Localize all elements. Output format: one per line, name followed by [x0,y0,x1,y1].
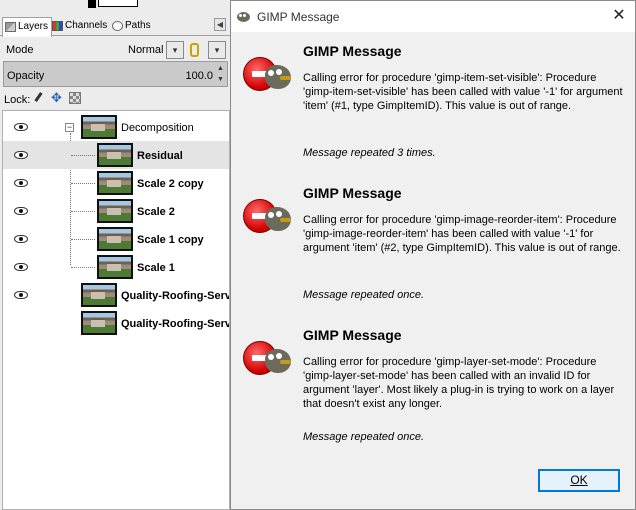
layer-row-quality-roofing[interactable]: Quality-Roofing-Servic [3,281,229,309]
chain-icon [190,43,199,57]
layer-name: Quality-Roofing-Servic [121,290,229,302]
layer-name: Residual [137,150,183,162]
gimp-wilber-icon [265,65,291,89]
layer-thumbnail [81,115,117,139]
lock-row: Lock: ✥ [0,90,232,108]
layer-row-scale-2[interactable]: Scale 2 [3,197,229,225]
dialog-titlebar[interactable]: GIMP Message ✕ [231,1,635,32]
error-icon [243,333,293,377]
layer-name: Quality-Roofing-Servic [121,318,229,330]
chevron-down-icon: ▾ [172,45,178,55]
gimp-wilber-icon [265,207,291,231]
dock-tab-bar: Layers Channels Paths ◀ [0,16,232,37]
message-body: Calling error for procedure 'gimp-item-s… [303,72,623,112]
eye-icon[interactable] [14,291,28,299]
layer-name: Scale 2 copy [137,178,204,190]
layer-name: Scale 2 [137,206,175,218]
tab-layers-label: Layers [18,21,49,32]
layers-panel: Layers Channels Paths ◀ Mode Normal ▾ ▾ … [0,0,232,510]
layer-row-quality-roofing-hidden[interactable]: Quality-Roofing-Servic [3,309,229,337]
layer-thumbnail [97,171,133,195]
layer-row-scale-1[interactable]: Scale 1 [3,253,229,281]
opacity-value[interactable]: 100.0 [185,70,213,82]
opacity-slider[interactable]: Opacity 100.0 ▲ ▼ [3,61,228,87]
layer-thumbnail [97,227,133,251]
mode-dropdown-button[interactable]: ▾ [166,41,184,59]
layer-name: Decomposition [121,122,194,134]
tree-connector [71,211,95,212]
message-body: Calling error for procedure 'gimp-image-… [303,214,621,254]
opacity-spinner[interactable]: ▲ ▼ [215,63,226,85]
gimp-message-dialog: GIMP Message ✕ GIMP Message Calling erro… [230,0,636,510]
layer-thumbnail [81,283,117,307]
tab-paths[interactable]: Paths [110,17,154,36]
opacity-label: Opacity [7,70,45,82]
collapse-icon[interactable]: − [65,123,74,132]
tab-paths-label: Paths [125,20,151,31]
color-swatch[interactable] [88,0,140,8]
layer-row-residual[interactable]: Residual [3,141,229,169]
tab-channels-label: Channels [65,20,108,31]
eye-icon[interactable] [14,235,28,243]
layer-thumbnail [97,255,133,279]
tab-layers[interactable]: Layers [2,17,53,37]
mode-row: Mode Normal ▾ ▾ [0,40,232,60]
chevron-down-icon: ▾ [214,45,220,55]
message-repeat-note: Message repeated once. [303,431,425,443]
error-icon [243,191,293,235]
dialog-title: GIMP Message [257,10,340,24]
tree-connector [71,267,95,268]
layer-thumbnail [81,311,117,335]
mode-reset-button[interactable] [186,41,204,59]
tab-channels[interactable]: Channels [50,17,110,36]
message-block-1: GIMP Message Calling error for procedure… [231,43,635,183]
layer-row-scale-1-copy[interactable]: Scale 1 copy [3,225,229,253]
layer-list: − Decomposition Residual Scale 2 copy Sc… [2,110,230,510]
paths-icon [112,21,123,31]
message-body: Calling error for procedure 'gimp-layer-… [303,356,615,410]
gimp-wilber-icon [235,9,252,23]
lock-label: Lock: [4,94,31,106]
message-repeat-note: Message repeated 3 times. [303,147,436,159]
lock-pixels-icon[interactable] [32,92,44,104]
tree-connector [71,155,95,156]
message-heading: GIMP Message [303,185,402,201]
ok-button[interactable]: OK [538,469,620,492]
eye-icon[interactable] [14,179,28,187]
foreground-color-swatch[interactable] [88,0,96,8]
eye-icon[interactable] [14,207,28,215]
gimp-wilber-icon [265,349,291,373]
close-icon[interactable]: ✕ [607,5,631,29]
mode-value[interactable]: Normal [128,44,163,56]
layer-row-scale-2-copy[interactable]: Scale 2 copy [3,169,229,197]
spin-up-icon[interactable]: ▲ [215,63,226,74]
composite-dropdown-button[interactable]: ▾ [208,41,226,59]
error-icon [243,49,293,93]
spin-down-icon[interactable]: ▼ [215,74,226,85]
layer-thumbnail [97,199,133,223]
eye-icon[interactable] [14,263,28,271]
message-heading: GIMP Message [303,43,402,59]
tree-connector [71,239,95,240]
message-block-3: GIMP Message Calling error for procedure… [231,327,635,467]
tab-menu-button[interactable]: ◀ [214,18,226,31]
eye-icon[interactable] [14,123,28,131]
layer-row-decomposition[interactable]: − Decomposition [3,113,229,141]
lock-alpha-icon[interactable] [69,92,81,104]
lock-position-icon[interactable]: ✥ [51,91,63,104]
layers-icon [5,22,16,32]
message-heading: GIMP Message [303,327,402,343]
tree-connector [71,183,95,184]
message-block-2: GIMP Message Calling error for procedure… [231,185,635,325]
layer-thumbnail [97,143,133,167]
message-repeat-note: Message repeated once. [303,289,425,301]
layer-name: Scale 1 copy [137,234,204,246]
eye-icon[interactable] [14,151,28,159]
layer-name: Scale 1 [137,262,175,274]
background-color-swatch[interactable] [98,0,138,7]
channels-icon [52,21,63,31]
mode-label: Mode [6,44,34,56]
